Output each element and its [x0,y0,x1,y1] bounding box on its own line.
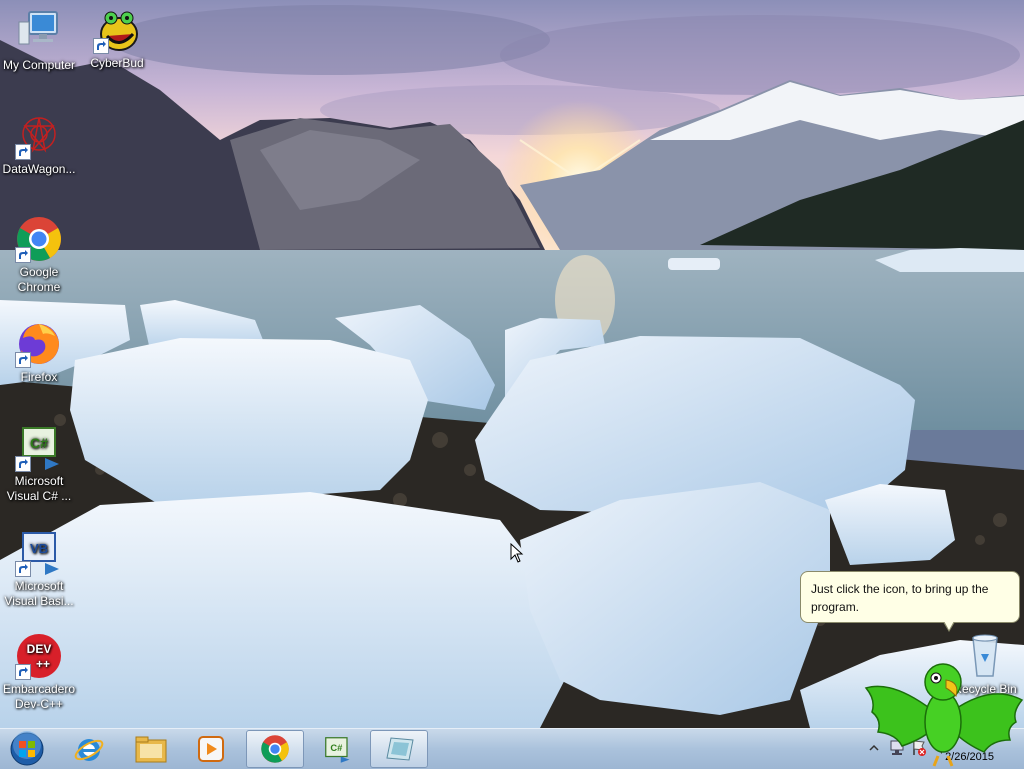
taskbar-media-player[interactable] [182,730,240,768]
media-player-icon [198,736,224,762]
cs-badge: C# [30,435,48,451]
taskbar-chrome[interactable] [246,730,304,768]
desktop-icon-firefox[interactable]: Firefox [0,320,78,385]
visual-csharp-icon: C# [325,737,350,763]
taskbar-visual-csharp[interactable]: C# [308,730,366,768]
shortcut-arrow-icon [15,561,31,577]
assistant-balloon-tooltip: Just click the icon, to bring up the pro… [800,571,1020,632]
svg-text:++: ++ [36,657,50,671]
file-explorer-icon [135,736,167,763]
taskbar-file-explorer[interactable] [122,730,180,768]
chrome-icon [15,215,63,263]
shortcut-arrow-icon [93,38,109,54]
taskbar-app-window[interactable] [370,730,428,768]
shortcut-arrow-icon [15,144,31,160]
vb-badge: VB [30,541,48,556]
desktop-icon-visual-basic[interactable]: VB Microsoft Visual Basi... [0,529,78,609]
icon-label: Google Chrome [17,265,61,294]
desktop-icon-my-computer[interactable]: My Computer [0,8,78,73]
svg-text:C#: C# [330,743,343,753]
icon-label: Microsoft Visual C# ... [6,474,72,503]
icon-label: CyberBud [90,56,144,70]
shortcut-arrow-icon [15,247,31,263]
visual-basic-icon: VB [15,529,63,577]
shortcut-arrow-icon [15,456,31,472]
desktop-icon-google-chrome[interactable]: Google Chrome [0,215,78,295]
devcpp-icon: DEV ++ [15,632,63,680]
visual-csharp-icon: C# [15,424,63,472]
icon-label: Embarcadero Dev-C++ [2,682,76,711]
start-button[interactable] [0,730,54,768]
shortcut-arrow-icon [15,352,31,368]
desktop-icon-cyberbud[interactable]: CyberBud [78,6,156,71]
svg-text:DEV: DEV [27,642,52,656]
icon-label: My Computer [2,58,76,72]
icon-label: Firefox [20,370,58,384]
desktop-icon-datawagon[interactable]: DataWagon... [0,112,78,177]
balloon-text: Just click the icon, to bring up the pro… [811,582,989,614]
taskbar-internet-explorer[interactable] [60,730,118,768]
cyberbud-icon [93,6,141,54]
internet-explorer-icon [74,739,104,761]
app-window-icon [386,737,414,761]
start-orb-icon [10,731,44,766]
parrot-assistant-icon[interactable] [862,660,1024,768]
shortcut-arrow-icon [15,664,31,680]
icon-label: DataWagon... [2,162,76,176]
desktop-icon-visual-csharp[interactable]: C# Microsoft Visual C# ... [0,424,78,504]
datawagon-icon [15,112,63,160]
desktop-icon-devcpp[interactable]: DEV ++ Embarcadero Dev-C++ [0,632,78,712]
icon-label: Microsoft Visual Basi... [4,579,74,608]
computer-icon [15,8,63,56]
chrome-icon [261,735,289,763]
firefox-icon [15,320,63,368]
mouse-cursor-icon [510,543,524,563]
